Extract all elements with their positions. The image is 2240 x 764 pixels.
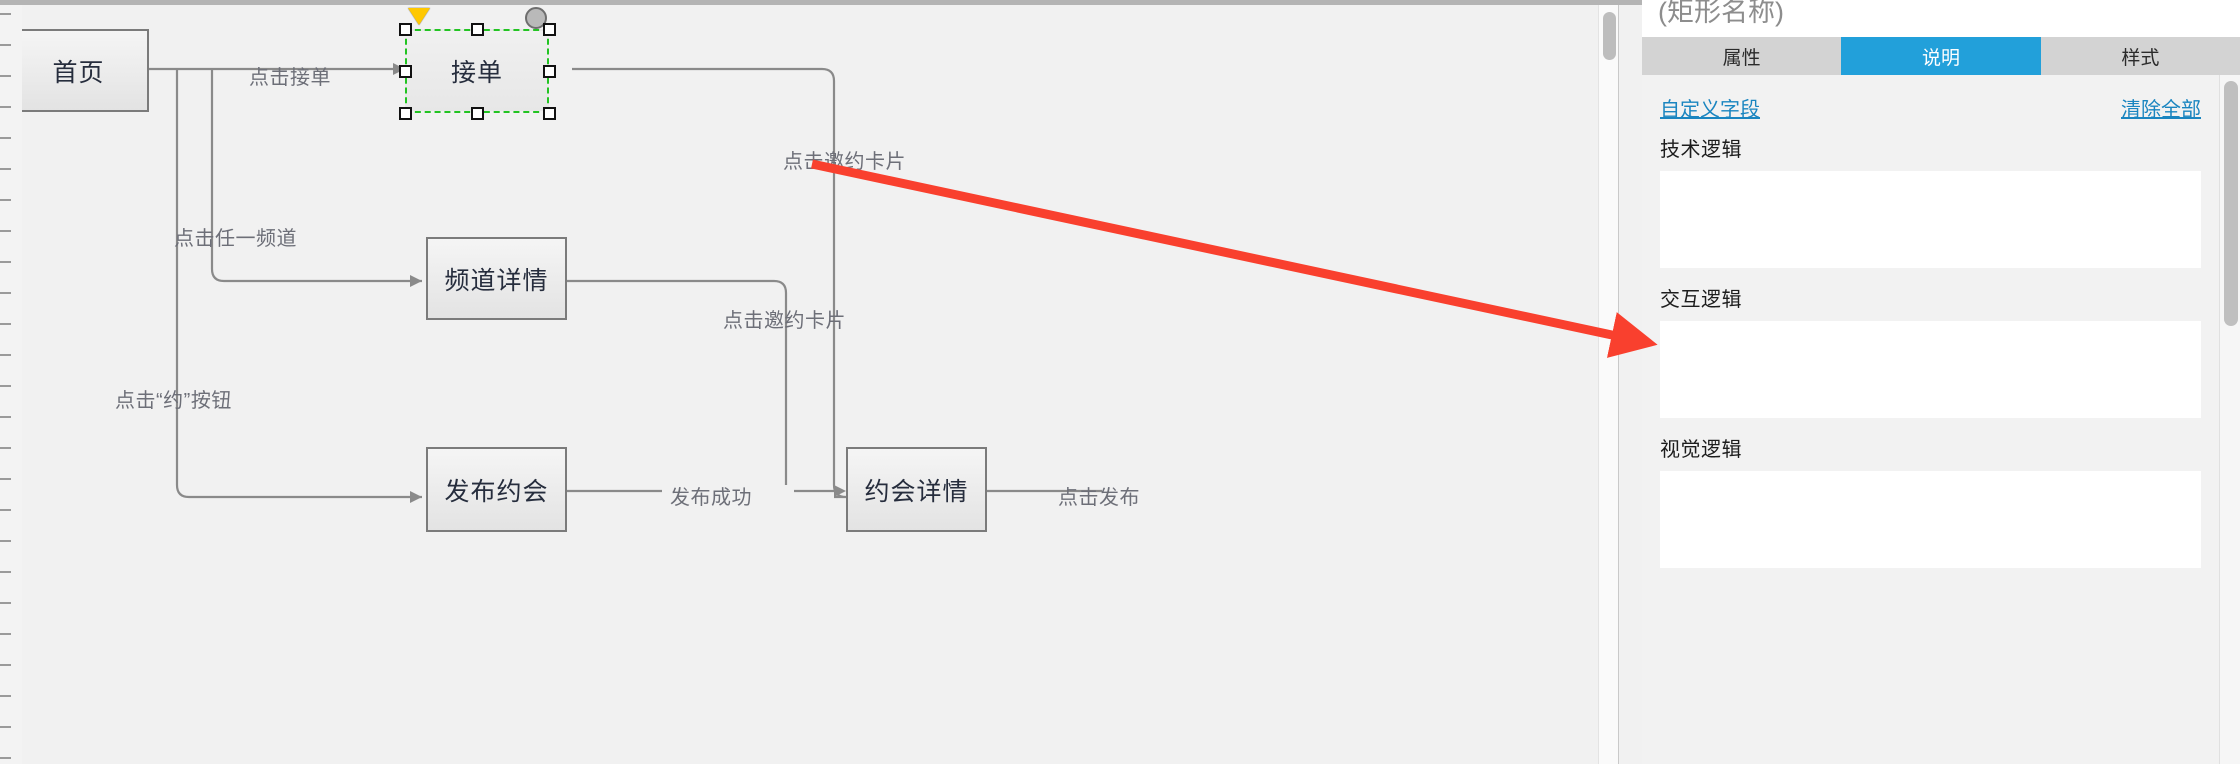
field-input-visual-logic[interactable] <box>1660 471 2201 568</box>
field-label-interaction-logic: 交互逻辑 <box>1660 289 1742 311</box>
node-home[interactable]: 首页 <box>22 29 149 112</box>
ruler-tick <box>0 137 11 139</box>
panel-links-row: 自定义字段 清除全部 <box>1660 93 2201 122</box>
ruler-tick <box>0 75 11 77</box>
node-publish-date[interactable]: 发布约会 <box>426 447 567 532</box>
ruler-tick <box>0 695 11 697</box>
edge-label-click-publish: 点击发布 <box>1058 487 1140 509</box>
field-input-interaction-logic[interactable] <box>1660 321 2201 418</box>
node-accept-order[interactable]: 接单 <box>405 29 549 113</box>
ruler-tick <box>0 199 11 201</box>
ruler-tick <box>0 633 11 635</box>
ruler-tick <box>0 757 11 759</box>
resize-handle-sw[interactable] <box>399 107 412 120</box>
ruler-tick <box>0 385 11 387</box>
page-title: (矩形名称) <box>1658 0 1784 27</box>
ruler-tick <box>0 540 11 542</box>
panel-vertical-scrollbar[interactable] <box>2219 75 2240 764</box>
field-group-tech-logic: 技术逻辑 <box>1660 133 2201 268</box>
tab-properties[interactable]: 属性 <box>1642 37 1842 75</box>
ruler-tick <box>0 261 11 263</box>
resize-handle-e[interactable] <box>543 65 556 78</box>
node-date-detail[interactable]: 约会详情 <box>846 447 987 532</box>
ruler-tick <box>0 44 11 46</box>
edge-label-click-accept-order: 点击接单 <box>249 67 331 89</box>
ruler-tick <box>0 478 11 480</box>
custom-field-link[interactable]: 自定义字段 <box>1660 93 1760 122</box>
edge-label-click-any-channel: 点击任一频道 <box>174 228 297 250</box>
field-label-visual-logic: 视觉逻辑 <box>1660 439 1742 461</box>
ruler-tick <box>0 323 11 325</box>
ruler-tick <box>0 230 11 232</box>
edge-label-click-invite-card-1: 点击邀约卡片 <box>783 151 906 173</box>
field-group-interaction-logic: 交互逻辑 <box>1660 283 2201 418</box>
resize-handle-s[interactable] <box>471 107 484 120</box>
diagram-canvas[interactable]: 首页 接单 频道详情 发布约会 约会详情 点击接单 点击任一频道 点击“约”按钮… <box>0 0 1642 764</box>
canvas-surface[interactable]: 首页 接单 频道详情 发布约会 约会详情 点击接单 点击任一频道 点击“约”按钮… <box>22 5 1619 764</box>
tab-style[interactable]: 样式 <box>2040 37 2240 75</box>
clear-all-link[interactable]: 清除全部 <box>2121 93 2201 122</box>
resize-handle-nw[interactable] <box>399 23 412 36</box>
ruler-tick <box>0 416 11 418</box>
panel-body: 自定义字段 清除全部 技术逻辑 交互逻辑 视觉逻辑 <box>1642 75 2219 764</box>
panel-tabs: 属性 说明 样式 <box>1642 37 2240 75</box>
ruler-tick <box>0 106 11 108</box>
panel-scrollbar-thumb[interactable] <box>2224 81 2238 326</box>
ruler-tick <box>0 571 11 573</box>
connector-wires <box>149 63 1102 503</box>
ruler-tick <box>0 168 11 170</box>
resize-handle-ne[interactable] <box>543 23 556 36</box>
field-group-visual-logic: 视觉逻辑 <box>1660 433 2201 568</box>
resize-handle-se[interactable] <box>543 107 556 120</box>
ruler-tick <box>0 664 11 666</box>
ruler-tick <box>0 354 11 356</box>
resize-handle-w[interactable] <box>399 65 412 78</box>
tab-description[interactable]: 说明 <box>1841 37 2041 75</box>
edge-label-publish-success: 发布成功 <box>670 487 752 509</box>
ruler-tick <box>0 447 11 449</box>
node-channel-detail[interactable]: 频道详情 <box>426 237 567 320</box>
vertical-ruler <box>0 5 23 764</box>
ruler-tick <box>0 292 11 294</box>
canvas-vertical-scrollbar[interactable] <box>1598 5 1619 764</box>
ruler-tick <box>0 726 11 728</box>
field-label-tech-logic: 技术逻辑 <box>1660 139 1742 161</box>
canvas-scrollbar-thumb[interactable] <box>1603 12 1616 60</box>
edge-label-click-yue-button: 点击“约”按钮 <box>115 390 232 412</box>
panel-title-area: (矩形名称) <box>1642 0 2240 38</box>
ruler-tick <box>0 13 11 15</box>
ruler-tick <box>0 509 11 511</box>
resize-handle-n[interactable] <box>471 23 484 36</box>
field-input-tech-logic[interactable] <box>1660 171 2201 268</box>
app-window: 首页 接单 频道详情 发布约会 约会详情 点击接单 点击任一频道 点击“约”按钮… <box>0 0 2240 764</box>
edge-label-click-invite-card-2: 点击邀约卡片 <box>723 310 846 332</box>
inspector-panel: (矩形名称) 属性 说明 样式 自定义字段 清除全部 技术逻辑 交互逻辑 视觉逻… <box>1642 0 2240 764</box>
ruler-tick <box>0 602 11 604</box>
